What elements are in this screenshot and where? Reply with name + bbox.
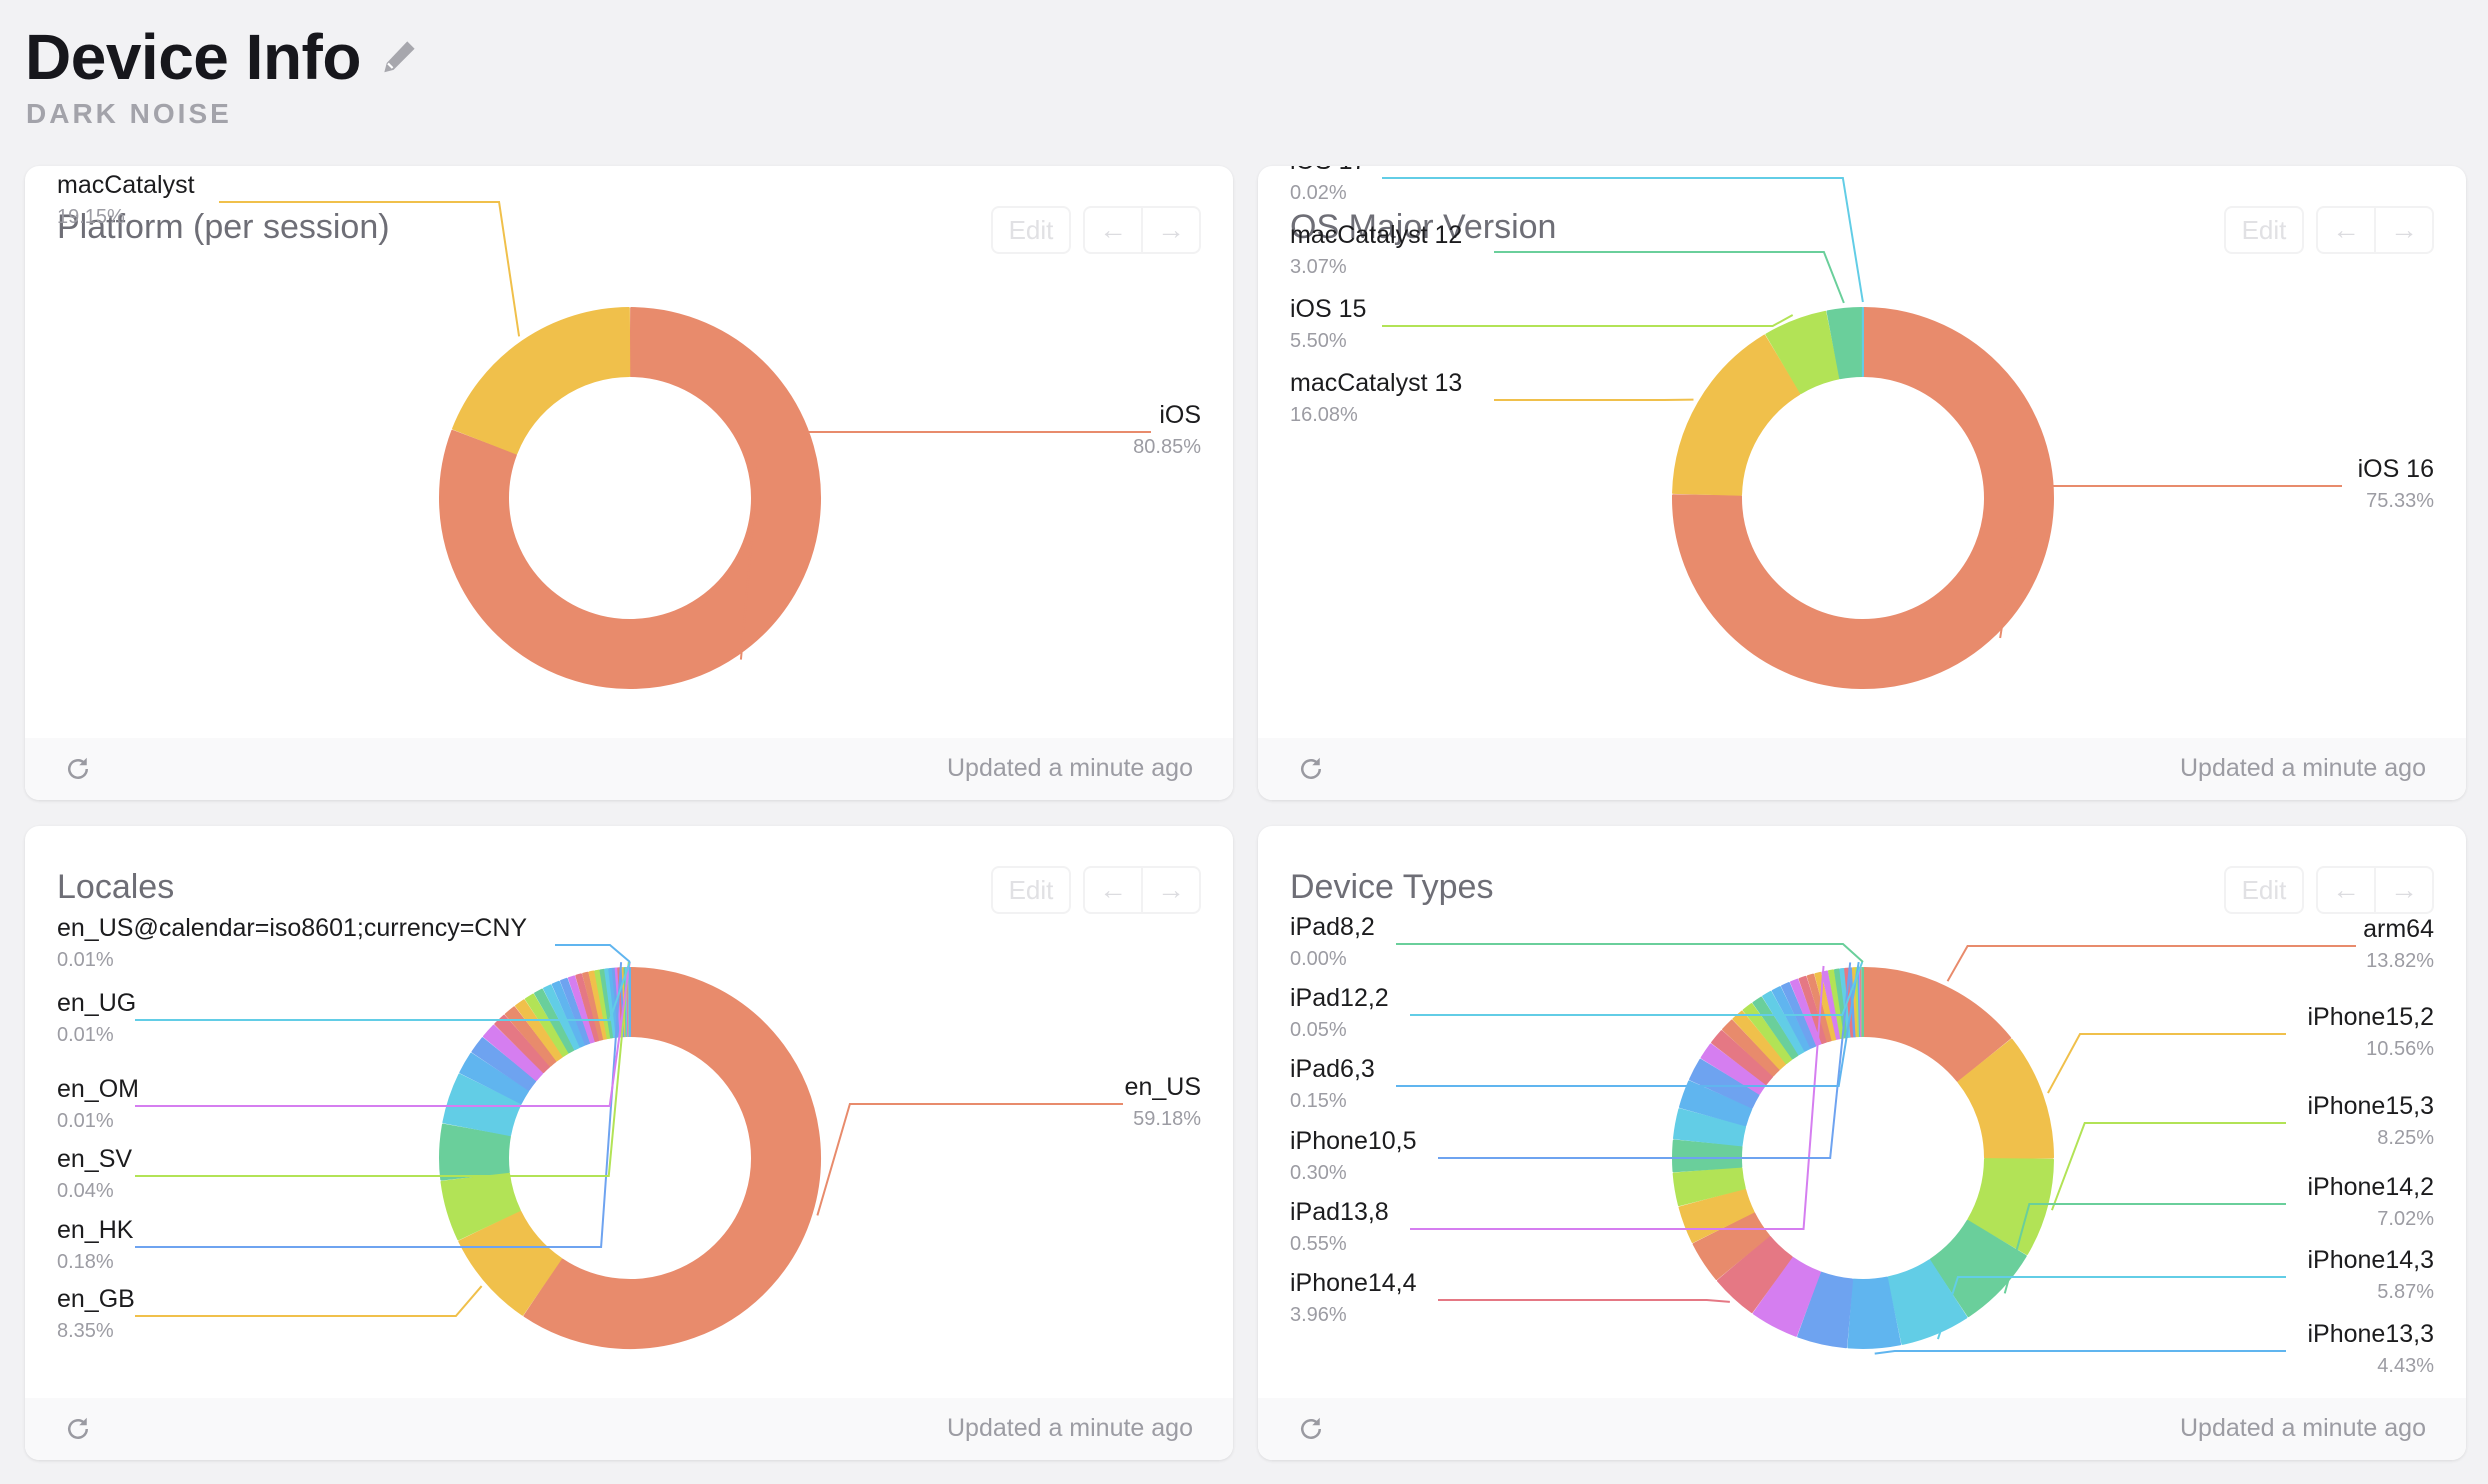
pencil-icon[interactable] — [377, 35, 421, 79]
slice-label: arm64 — [2363, 915, 2434, 943]
slice-percent: 16.08% — [1290, 404, 1358, 426]
slice-label: iOS — [1159, 401, 1201, 429]
slice-percent: 13.82% — [2366, 950, 2434, 972]
slice-percent: 0.18% — [57, 1251, 114, 1273]
slice-percent: 0.55% — [1290, 1233, 1347, 1255]
slice-label: iOS 16 — [2358, 455, 2434, 483]
slice-label: en_US@calendar=iso8601;currency=CNY — [57, 914, 527, 942]
slice-percent: 0.15% — [1290, 1090, 1347, 1112]
device-types-donut-chart: arm64 13.82% iPhone15,2 10.56% iPhone15,3 8.2… — [1290, 913, 2434, 1377]
slice-label: iPad12,2 — [1290, 984, 1389, 1012]
slice-label: iPad6,3 — [1290, 1055, 1375, 1083]
slice-percent: 0.05% — [1290, 1019, 1347, 1041]
updated-timestamp: Updated a minute ago — [946, 1414, 1193, 1442]
slice-percent: 4.43% — [2377, 1355, 2434, 1377]
refresh-icon[interactable] — [1296, 1414, 1326, 1444]
slice-label: iPhone15,3 — [2307, 1092, 2434, 1120]
slice-label: macCatalyst — [57, 171, 195, 199]
slice-percent: 0.04% — [57, 1180, 114, 1202]
page-title: Device Info — [25, 20, 421, 94]
slice-label: macCatalyst 12 — [1290, 221, 1462, 249]
slice-label: iPad8,2 — [1290, 913, 1375, 941]
card-platform: Platform (per session) Edit ← → iOS 80.85… — [25, 166, 1233, 800]
slice-percent: 0.01% — [57, 949, 114, 971]
leader-line — [1946, 945, 2356, 982]
slice-label: macCatalyst 13 — [1290, 369, 1462, 397]
slice-percent: 7.02% — [2377, 1208, 2434, 1230]
refresh-icon[interactable] — [63, 1414, 93, 1444]
slice-label: iPhone14,3 — [2307, 1246, 2434, 1274]
locales-donut-chart: en_US 59.18% en_GB 8.35% en_HK 0.18% en_SV 0.04… — [57, 914, 1201, 1349]
donut-slice-maccatalyst[interactable] — [452, 307, 631, 455]
slice-percent: 75.33% — [2366, 490, 2434, 512]
leader-line — [1438, 1299, 1730, 1303]
leader-line — [135, 1285, 483, 1317]
leader-line — [2047, 1033, 2286, 1094]
card-os-major-version: OS Major Version Edit ← → iOS 16 75.33% ma… — [1258, 166, 2466, 800]
slice-label: en_HK — [57, 1216, 134, 1244]
leader-line — [816, 1103, 1123, 1216]
slice-label: en_UG — [57, 989, 136, 1017]
slice-label: iPhone14,2 — [2307, 1173, 2434, 1201]
slice-label: en_OM — [57, 1075, 139, 1103]
leader-line — [1874, 1350, 2286, 1355]
platform-donut-chart: iOS 80.85% macCatalyst 19.15% — [57, 171, 1201, 689]
page-title-text: Device Info — [25, 21, 361, 93]
card-footer: Updated a minute ago — [25, 738, 1233, 800]
slice-percent: 3.07% — [1290, 256, 1347, 278]
slice-label: en_US — [1125, 1073, 1201, 1101]
slice-percent: 5.87% — [2377, 1281, 2434, 1303]
slice-percent: 59.18% — [1133, 1108, 1201, 1130]
slice-percent: 0.02% — [1290, 182, 1347, 204]
card-device-types: Device Types Edit ← → arm64 13.82% iPhone1… — [1258, 826, 2466, 1460]
slice-percent: 0.01% — [57, 1110, 114, 1132]
updated-timestamp: Updated a minute ago — [2179, 754, 2426, 782]
updated-timestamp: Updated a minute ago — [946, 754, 1193, 782]
card-footer: Updated a minute ago — [1258, 738, 2466, 800]
leader-line — [1396, 943, 1864, 963]
leader-line — [1494, 251, 1845, 304]
card-footer: Updated a minute ago — [25, 1398, 1233, 1460]
slice-label: en_GB — [57, 1285, 135, 1313]
slice-percent: 0.00% — [1290, 948, 1347, 970]
slice-label: iOS 15 — [1290, 295, 1366, 323]
leader-line — [2050, 1122, 2286, 1211]
leader-line — [555, 944, 631, 963]
refresh-icon[interactable] — [63, 754, 93, 784]
slice-percent: 80.85% — [1133, 436, 1201, 458]
leader-line — [219, 201, 521, 337]
card-footer: Updated a minute ago — [1258, 1398, 2466, 1460]
leader-line — [2003, 1203, 2286, 1294]
slice-label: iPad13,8 — [1290, 1198, 1389, 1226]
leader-line — [1382, 314, 1794, 327]
app-name: DARK NOISE — [26, 98, 232, 129]
slice-percent: 19.15% — [57, 206, 125, 228]
slice-label: iPhone10,5 — [1290, 1127, 1417, 1155]
slice-label: iPhone14,4 — [1290, 1269, 1417, 1297]
slice-percent: 10.56% — [2366, 1038, 2434, 1060]
slice-percent: 8.25% — [2377, 1127, 2434, 1149]
updated-timestamp: Updated a minute ago — [2179, 1414, 2426, 1442]
slice-percent: 3.96% — [1290, 1304, 1347, 1326]
slice-percent: 0.01% — [57, 1024, 114, 1046]
slice-percent: 5.50% — [1290, 330, 1347, 352]
slice-label: iPhone13,3 — [2307, 1320, 2434, 1348]
card-locales: Locales Edit ← → en_US 59.18% en_GB 8.35% en… — [25, 826, 1233, 1460]
slice-label: en_SV — [57, 1145, 132, 1173]
slice-percent: 8.35% — [57, 1320, 114, 1342]
slice-percent: 0.30% — [1290, 1162, 1347, 1184]
os-version-donut-chart: iOS 16 75.33% macCatalyst 13 16.08% iOS 15 5.… — [1290, 166, 2434, 689]
slice-label: iPhone15,2 — [2307, 1003, 2434, 1031]
refresh-icon[interactable] — [1296, 754, 1326, 784]
slice-label: iOS 17 — [1290, 166, 1366, 175]
